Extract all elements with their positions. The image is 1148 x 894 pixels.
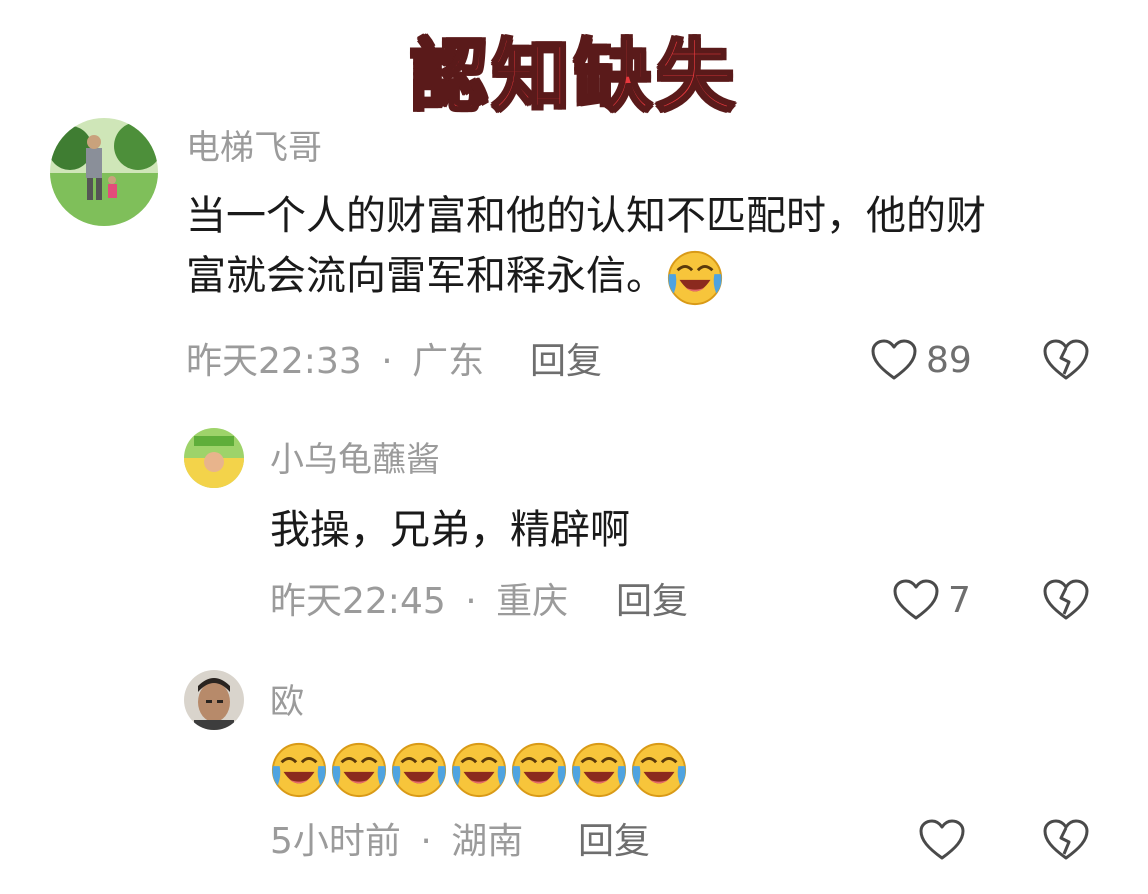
separator-dot: · [381,341,393,382]
separator-dot: · [420,821,432,862]
comment-text-line: 当一个人的财富和他的认知不匹配时，他的财 [186,193,986,239]
broken-heart-icon[interactable] [1042,578,1090,622]
heart-icon [892,578,940,622]
reply-button[interactable]: 回复 [530,340,602,384]
laughing-crying-icon [450,741,508,799]
avatar[interactable] [184,670,244,730]
comment-username[interactable]: 欧 [270,682,304,722]
like-count: 89 [926,339,972,381]
laughing-crying-icon [390,741,448,799]
avatar-photo [184,670,244,730]
comment-text-line: 富就会流向雷军和释永信。 [186,246,1106,307]
like-count: 7 [948,579,971,621]
broken-heart-icon[interactable] [1042,818,1090,862]
page-title: 認知缺失 [408,31,738,124]
separator-dot: · [465,581,477,622]
comment-text: 我操，兄弟，精辟啊 [270,507,630,553]
broken-heart-icon[interactable] [1042,338,1090,382]
reply-button[interactable]: 回复 [616,580,688,624]
like-button[interactable]: 7 [892,578,971,622]
avatar-photo [50,118,158,226]
laughing-crying-icon [570,741,628,799]
comment-username[interactable]: 电梯飞哥 [186,128,322,168]
laughing-crying-icon [270,741,328,799]
heart-icon [918,818,966,862]
laughing-crying-icon [630,741,688,799]
comment-username[interactable]: 小乌龟蘸酱 [270,440,440,480]
comment-time: 5小时前 [270,821,401,862]
comment-meta: 5小时前 · 湖南 [270,820,523,864]
laughing-crying-icon [510,741,568,799]
laughing-crying-icon [666,249,724,307]
laughing-crying-icon [330,741,388,799]
comment-location: 湖南 [451,821,524,862]
heart-icon [870,338,918,382]
comment-meta: 昨天22:45 · 重庆 [270,580,568,624]
comment-emojis [270,738,690,799]
comment-location: 重庆 [496,581,569,622]
comment-text: 当一个人的财富和他的认知不匹配时，他的财 富就会流向雷军和释永信。 [186,186,1106,307]
comment-time: 昨天22:33 [186,341,362,382]
like-button[interactable]: 89 [870,338,972,382]
comment-location: 广东 [412,341,485,382]
comment-meta: 昨天22:33 · 广东 [186,340,484,384]
reply-button[interactable]: 回复 [578,820,650,864]
avatar[interactable] [50,118,158,226]
avatar[interactable] [184,428,244,488]
avatar-photo [184,428,244,488]
emoji-row [270,745,690,791]
comment-time: 昨天22:45 [270,581,446,622]
like-button[interactable] [918,818,966,862]
